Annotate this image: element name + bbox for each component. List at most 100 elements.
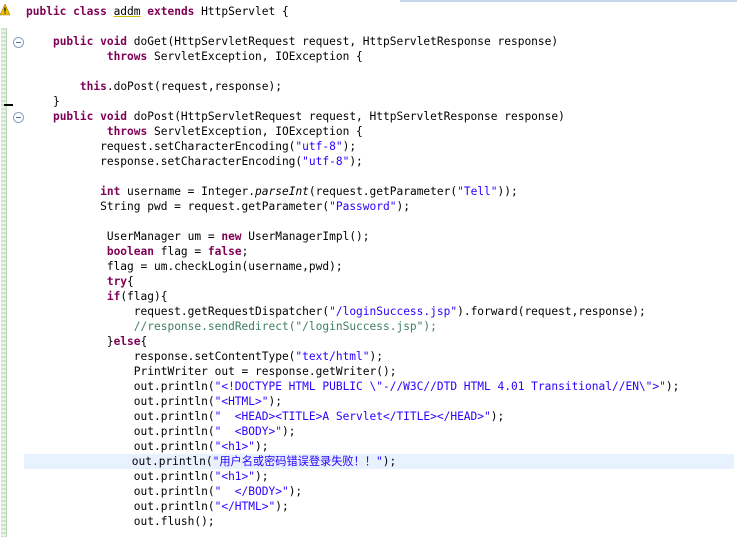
code-token: doPost(HttpServletRequest request, HttpS… xyxy=(127,110,565,123)
code-token: " <BODY>" xyxy=(214,425,282,438)
fold-collapse-icon[interactable] xyxy=(13,112,24,123)
code-token: out.println( xyxy=(26,440,215,453)
code-line-13[interactable]: int username = Integer.parseInt(request.… xyxy=(26,184,734,199)
code-token: ); xyxy=(275,500,289,513)
code-token: { xyxy=(140,335,148,348)
code-token: false xyxy=(207,245,242,258)
code-token: request.getRequestDispatcher( xyxy=(26,305,330,318)
code-token: ); xyxy=(268,395,282,408)
code-line-28[interactable]: out.println(" <HEAD><TITLE>A Servlet</TI… xyxy=(26,409,734,424)
code-token: ); xyxy=(369,350,383,363)
code-line-19[interactable]: try{ xyxy=(26,274,734,289)
code-token: boolean xyxy=(106,245,154,258)
code-token: out.println( xyxy=(26,425,215,438)
code-token: flag = xyxy=(153,245,208,258)
code-token: "utf-8" xyxy=(295,140,343,153)
code-line-22[interactable]: //response.sendRedirect("/loginSuccess.j… xyxy=(26,319,734,334)
code-token: "<h1>" xyxy=(214,440,256,453)
code-line-33[interactable]: out.println(" </BODY>"); xyxy=(26,484,734,499)
code-token: ); xyxy=(281,425,296,438)
code-token: "</HTML>" xyxy=(214,500,276,513)
code-editor[interactable]: public class addm extends HttpServlet { … xyxy=(24,4,734,534)
code-line-9[interactable]: throws ServletException, IOException { xyxy=(26,124,734,139)
warning-icon[interactable] xyxy=(0,4,10,16)
code-line-7[interactable]: } xyxy=(26,94,734,109)
code-token: this xyxy=(79,80,107,93)
code-line-26[interactable]: out.println("<!DOCTYPE HTML PUBLIC \"-//… xyxy=(26,379,734,394)
code-line-24[interactable]: response.setContentType("text/html"); xyxy=(26,349,734,364)
code-line-35[interactable]: out.flush(); xyxy=(26,514,734,529)
code-token: ); xyxy=(255,470,269,483)
code-token: doGet(HttpServletRequest request, HttpSe… xyxy=(127,35,559,48)
code-token: out.println( xyxy=(26,380,215,393)
code-line-21[interactable]: request.getRequestDispatcher("/loginSucc… xyxy=(26,304,734,319)
code-token: ServletException, IOException { xyxy=(147,50,363,63)
code-line-32[interactable]: out.println("<h1>"); xyxy=(26,469,734,484)
code-line-23[interactable]: }else{ xyxy=(26,334,734,349)
code-line-20[interactable]: if(flag){ xyxy=(26,289,734,304)
code-line-16[interactable]: UserManager um = new UserManagerImpl(); xyxy=(26,229,734,244)
code-line-4[interactable]: throws ServletException, IOException { xyxy=(26,49,734,64)
code-token: UserManagerImpl(); xyxy=(241,230,370,243)
code-token: UserManager um = xyxy=(26,230,222,243)
code-line-3[interactable]: public void doGet(HttpServletRequest req… xyxy=(26,34,734,49)
code-token: ); xyxy=(349,155,363,168)
code-line-27[interactable]: out.println("<HTML>"); xyxy=(26,394,734,409)
code-token: ); xyxy=(382,455,397,468)
code-token: HttpServlet { xyxy=(194,5,289,18)
code-token: out.println( xyxy=(26,395,215,408)
code-token: public class xyxy=(26,5,114,18)
code-token: "text/html" xyxy=(295,350,370,363)
code-line-14[interactable]: String pwd = request.getParameter("Passw… xyxy=(26,199,734,214)
code-line-15[interactable] xyxy=(26,214,734,229)
code-token: "<!DOCTYPE HTML PUBLIC \"-//W3C//DTD HTM… xyxy=(214,380,666,393)
code-line-17[interactable]: boolean flag = false; xyxy=(26,244,734,259)
code-token: try xyxy=(106,275,128,288)
code-token: ); xyxy=(288,485,303,498)
code-token: out.println( xyxy=(26,500,215,513)
cursor-marker xyxy=(4,104,13,106)
code-token: response.setCharacterEncoding( xyxy=(26,155,303,168)
code-line-29[interactable]: out.println(" <BODY>"); xyxy=(26,424,734,439)
code-token: extends xyxy=(147,5,195,18)
code-line-8[interactable]: public void doPost(HttpServletRequest re… xyxy=(26,109,734,124)
code-line-2[interactable] xyxy=(26,19,734,34)
code-line-12[interactable] xyxy=(26,169,734,184)
code-token: ); xyxy=(665,380,680,393)
code-token: //response.sendRedirect("/loginSuccess.j… xyxy=(133,320,437,333)
code-token: { xyxy=(127,275,134,288)
code-token: response.setContentType( xyxy=(26,350,296,363)
code-line-31[interactable]: out.println("用户名或密码错误登录失败！！"); xyxy=(24,454,734,469)
code-token: ); xyxy=(342,140,357,153)
code-token: public void xyxy=(52,110,128,123)
code-token: " </BODY>" xyxy=(214,485,289,498)
code-line-11[interactable]: response.setCharacterEncoding("utf-8"); xyxy=(26,154,734,169)
code-line-34[interactable]: out.println("</HTML>"); xyxy=(26,499,734,514)
fold-collapse-icon[interactable] xyxy=(13,37,24,48)
code-token: ; xyxy=(241,245,249,258)
code-token: ); xyxy=(490,410,505,423)
code-line-1[interactable]: public class addm extends HttpServlet { xyxy=(26,4,734,19)
code-token: "用户名或密码错误登录失败！！" xyxy=(212,455,383,468)
code-token: (request.getParameter( xyxy=(308,185,458,198)
code-token: ServletException, IOException { xyxy=(147,125,363,138)
code-line-5[interactable] xyxy=(26,64,734,79)
code-line-18[interactable]: flag = um.checkLogin(username,pwd); xyxy=(26,259,734,274)
code-token: int xyxy=(100,185,121,198)
code-line-10[interactable]: request.setCharacterEncoding("utf-8"); xyxy=(26,139,734,154)
code-token: "Tell" xyxy=(457,185,498,198)
code-token: .doPost(request,response); xyxy=(106,80,282,93)
code-line-30[interactable]: out.println("<h1>"); xyxy=(26,439,734,454)
code-line-6[interactable]: this.doPost(request,response); xyxy=(26,79,734,94)
code-token: ); xyxy=(255,440,269,453)
code-line-25[interactable]: PrintWriter out = response.getWriter(); xyxy=(26,364,734,379)
